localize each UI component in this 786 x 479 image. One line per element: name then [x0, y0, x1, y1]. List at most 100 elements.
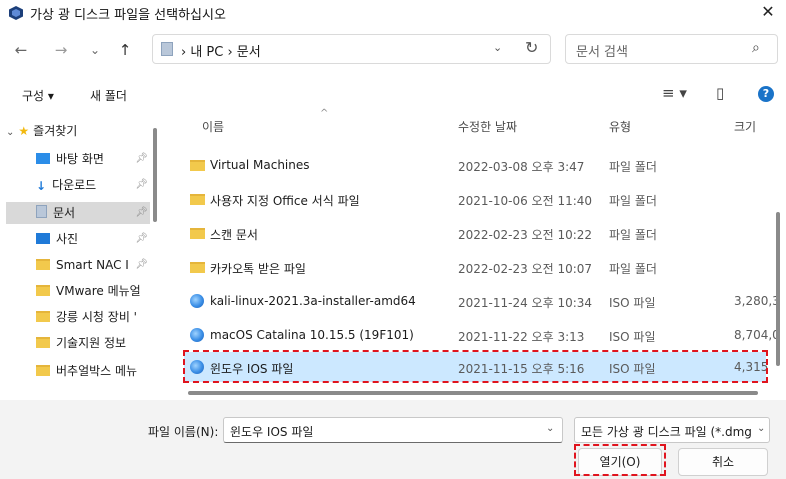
- folder-icon: [190, 160, 205, 171]
- column-header-size[interactable]: 크기: [734, 118, 756, 135]
- new-folder-button[interactable]: 새 폴더: [90, 87, 127, 104]
- organize-button[interactable]: 구성 ▾: [22, 87, 54, 104]
- sidebar-item-vmware-manual[interactable]: VMware 메뉴얼: [36, 280, 150, 302]
- file-size: 8,704,0: [734, 328, 780, 342]
- pin-icon: 📌︎: [135, 179, 148, 190]
- list-item[interactable]: 스캔 문서 2022-02-23 오전 10:22 파일 폴더: [184, 218, 766, 248]
- file-name: 사용자 지정 Office 서식 파일: [210, 194, 360, 208]
- refresh-icon[interactable]: ↻: [525, 38, 538, 57]
- search-icon[interactable]: ⌕: [752, 40, 760, 56]
- help-icon[interactable]: ?: [758, 86, 774, 102]
- folder-icon: [36, 365, 50, 376]
- file-name: Virtual Machines: [210, 158, 310, 172]
- cancel-button[interactable]: 취소: [678, 448, 768, 476]
- file-type: ISO 파일: [609, 330, 656, 344]
- list-item[interactable]: Virtual Machines 2022-03-08 오후 3:47 파일 폴…: [184, 150, 766, 180]
- chevron-down-icon[interactable]: ⌄: [546, 423, 554, 434]
- star-icon: ★: [18, 124, 30, 138]
- folder-icon: [190, 262, 205, 273]
- sidebar-item-smart-nac[interactable]: Smart NAC I 📌︎: [36, 254, 150, 276]
- folder-icon: [36, 259, 50, 270]
- sidebar-item-gangneung[interactable]: 강릉 시청 장비 ': [36, 306, 150, 328]
- iso-disc-icon: [190, 328, 204, 342]
- file-modified: 2021-11-24 오후 10:34: [458, 296, 593, 310]
- file-modified: 2021-10-06 오전 11:40: [458, 194, 593, 208]
- folder-icon: [36, 337, 50, 348]
- sidebar-item-virtualbox-manual[interactable]: 버추얼박스 메뉴: [36, 360, 150, 382]
- close-button[interactable]: ✕: [756, 1, 780, 23]
- recent-locations-chevron-icon[interactable]: ⌄: [84, 38, 106, 62]
- sidebar-item-label: Smart NAC I: [56, 258, 129, 272]
- sidebar-item-tech-support[interactable]: 기술지원 정보: [36, 332, 150, 354]
- file-list-horizontal-scrollbar[interactable]: [188, 391, 758, 395]
- filename-label: 파일 이름(N):: [148, 425, 219, 439]
- documents-icon: [36, 205, 47, 218]
- address-bar[interactable]: › 내 PC › 문서 ⌄ ↻: [152, 34, 551, 64]
- chevron-down-icon[interactable]: ⌄: [755, 423, 766, 434]
- folder-icon: [190, 228, 205, 239]
- file-name: 카카오톡 받은 파일: [210, 262, 306, 276]
- sidebar-item-label: 다운로드: [52, 178, 97, 192]
- file-name: kali-linux-2021.3a-installer-amd64: [210, 294, 416, 308]
- navigation-scrollbar[interactable]: [153, 128, 157, 222]
- forward-button[interactable]: →: [50, 38, 72, 62]
- list-item[interactable]: 사용자 지정 Office 서식 파일 2021-10-06 오전 11:40 …: [184, 184, 766, 214]
- sidebar-quick-access[interactable]: ⌄ ★ 즐겨찾기: [6, 120, 146, 142]
- column-header-name[interactable]: 이름: [202, 118, 224, 135]
- file-type-value[interactable]: 모든 가상 광 디스크 파일 (*.dmg: [581, 423, 752, 440]
- sidebar-item-pictures[interactable]: 사진 📌︎: [36, 228, 150, 250]
- address-path[interactable]: › 내 PC › 문서: [181, 41, 261, 60]
- file-type: 파일 폴더: [609, 160, 657, 174]
- filename-value[interactable]: 윈도우 IOS 파일: [230, 423, 313, 440]
- sidebar-item-label: 즐겨찾기: [33, 124, 78, 138]
- list-item[interactable]: macOS Catalina 10.15.5 (19F101) 2021-11-…: [184, 320, 780, 350]
- sort-ascending-icon: ^: [320, 108, 329, 119]
- preview-pane-icon[interactable]: ▯: [716, 84, 724, 102]
- file-type: 파일 폴더: [609, 194, 657, 208]
- folder-icon: [36, 285, 50, 296]
- title-bar: 가상 광 디스크 파일을 선택하십시오 ✕: [0, 0, 786, 26]
- open-button-highlight-box: [574, 444, 666, 476]
- chevron-down-icon[interactable]: ⌄: [493, 41, 502, 54]
- column-header-modified[interactable]: 수정한 날짜: [458, 118, 517, 135]
- file-modified: 2022-03-08 오후 3:47: [458, 160, 585, 174]
- file-type: 파일 폴더: [609, 262, 657, 276]
- pin-icon: 📌︎: [135, 153, 148, 164]
- window-title: 가상 광 디스크 파일을 선택하십시오: [30, 8, 226, 23]
- back-button[interactable]: ←: [10, 38, 32, 62]
- sidebar-item-label: VMware 메뉴얼: [56, 284, 141, 298]
- column-header-type[interactable]: 유형: [609, 118, 631, 135]
- sidebar-item-desktop[interactable]: 바탕 화면 📌︎: [36, 148, 150, 170]
- list-item[interactable]: 카카오톡 받은 파일 2022-02-23 오전 10:07 파일 폴더: [184, 252, 766, 282]
- search-box[interactable]: 문서 검색 ⌕: [565, 34, 778, 64]
- sidebar-item-documents[interactable]: 문서 📌︎: [6, 202, 150, 224]
- sidebar-item-downloads[interactable]: ↓ 다운로드 📌︎: [36, 174, 150, 196]
- list-item[interactable]: kali-linux-2021.3a-installer-amd64 2021-…: [184, 286, 780, 316]
- view-options-icon[interactable]: ≡ ▾: [662, 84, 687, 102]
- file-list-vertical-scrollbar[interactable]: [776, 212, 780, 366]
- sidebar-item-label: 바탕 화면: [56, 152, 104, 166]
- folder-icon: [190, 194, 205, 205]
- file-modified: 2022-02-23 오전 10:07: [458, 262, 593, 276]
- file-name: 스캔 문서: [210, 228, 258, 242]
- file-modified: 2021-11-22 오후 3:13: [458, 330, 585, 344]
- pictures-icon: [36, 233, 50, 244]
- filename-field[interactable]: 윈도우 IOS 파일 ⌄: [223, 417, 563, 443]
- file-name: macOS Catalina 10.15.5 (19F101): [210, 328, 414, 342]
- documents-icon: [161, 42, 173, 56]
- navigation-pane: ⌄ ★ 즐겨찾기 바탕 화면 📌︎ ↓ 다운로드 📌︎ 문서 📌︎ 사진 📌︎ Smart N…: [0, 110, 156, 395]
- search-input[interactable]: 문서 검색: [576, 41, 628, 60]
- file-type-select[interactable]: 모든 가상 광 디스크 파일 (*.dmg ⌄: [574, 417, 770, 443]
- sidebar-item-label: 강릉 시청 장비 ': [56, 310, 137, 324]
- sidebar-item-label: 기술지원 정보: [56, 336, 127, 350]
- folder-icon: [36, 311, 50, 322]
- up-button[interactable]: ↑: [114, 38, 136, 62]
- chevron-down-icon[interactable]: ⌄: [6, 127, 14, 138]
- iso-disc-icon: [190, 294, 204, 308]
- pin-icon: 📌︎: [135, 259, 148, 270]
- sidebar-item-label: 버추얼박스 메뉴: [56, 364, 138, 378]
- download-icon: ↓: [36, 179, 47, 193]
- pin-icon: 📌︎: [135, 207, 148, 218]
- selected-row-highlight-box: [183, 350, 768, 383]
- file-modified: 2022-02-23 오전 10:22: [458, 228, 593, 242]
